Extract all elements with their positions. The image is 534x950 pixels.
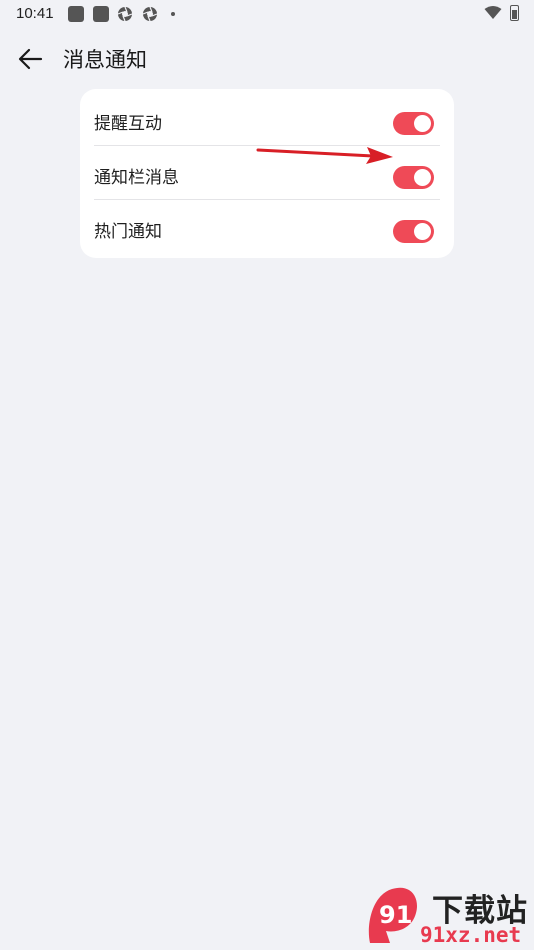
dot-icon: [171, 12, 175, 16]
status-time: 10:41: [16, 5, 54, 22]
wifi-icon: [484, 6, 502, 19]
aperture-icon: [142, 6, 158, 22]
watermark-url: 91xz.net: [420, 923, 522, 947]
setting-label: 通知栏消息: [94, 168, 179, 188]
app-bar: 消息通知: [0, 40, 534, 76]
watermark-logo: 91: [368, 887, 417, 943]
setting-label: 热门通知: [94, 222, 162, 242]
status-bar: 10:41: [0, 0, 534, 28]
arrow-left-icon[interactable]: [16, 44, 46, 74]
aperture-icon: [117, 6, 133, 22]
toggle-knob: [414, 169, 431, 186]
setting-row-hot-notifications[interactable]: 热门通知: [80, 200, 454, 254]
toggle-switch[interactable]: [393, 112, 434, 135]
battery-charging-icon: [510, 5, 519, 21]
page-title: 消息通知: [63, 48, 147, 72]
svg-text:91: 91: [379, 901, 412, 929]
setting-row-reminder-interaction[interactable]: 提醒互动: [80, 92, 454, 146]
setting-label: 提醒互动: [94, 114, 162, 134]
toggle-switch[interactable]: [393, 166, 434, 189]
toggle-knob: [414, 115, 431, 132]
settings-card: 提醒互动 通知栏消息 热门通知: [80, 89, 454, 258]
app-square-icon: [68, 6, 84, 22]
app-square-icon: [93, 6, 109, 22]
annotation-arrow-icon: [256, 147, 393, 164]
watermark: 91 下载站 91xz.net: [362, 885, 532, 947]
toggle-switch[interactable]: [393, 220, 434, 243]
toggle-knob: [414, 223, 431, 240]
